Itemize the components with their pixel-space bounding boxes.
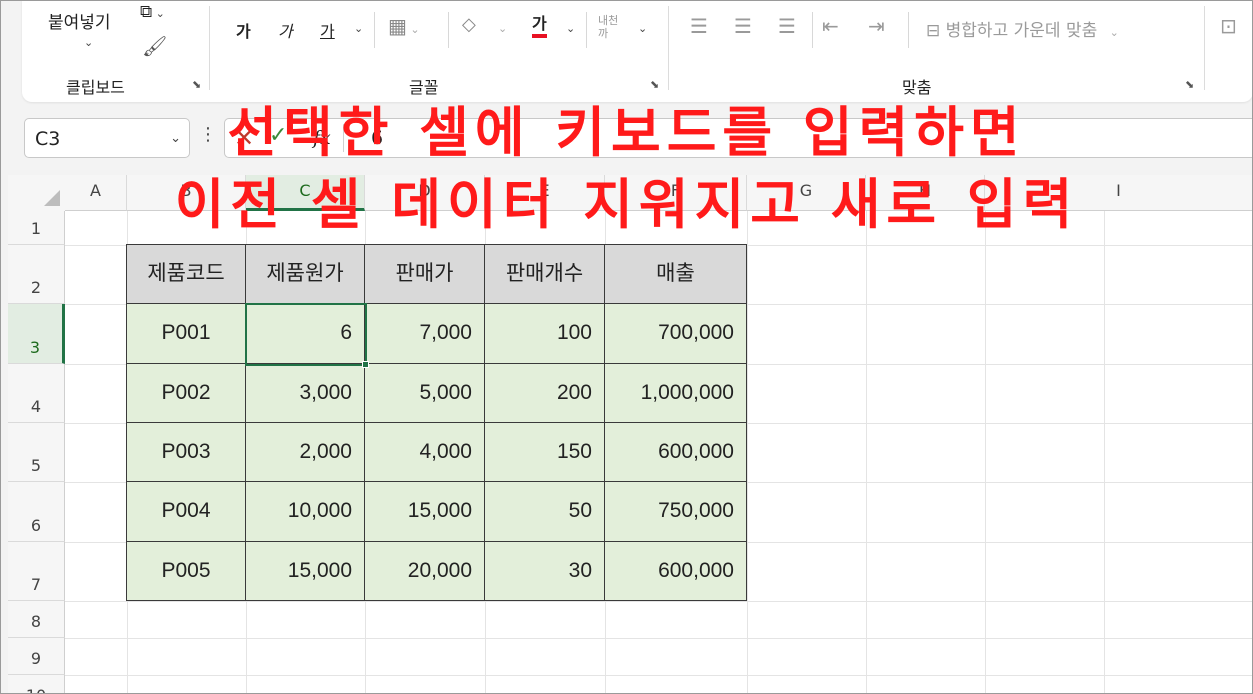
window-frame <box>0 0 1253 694</box>
